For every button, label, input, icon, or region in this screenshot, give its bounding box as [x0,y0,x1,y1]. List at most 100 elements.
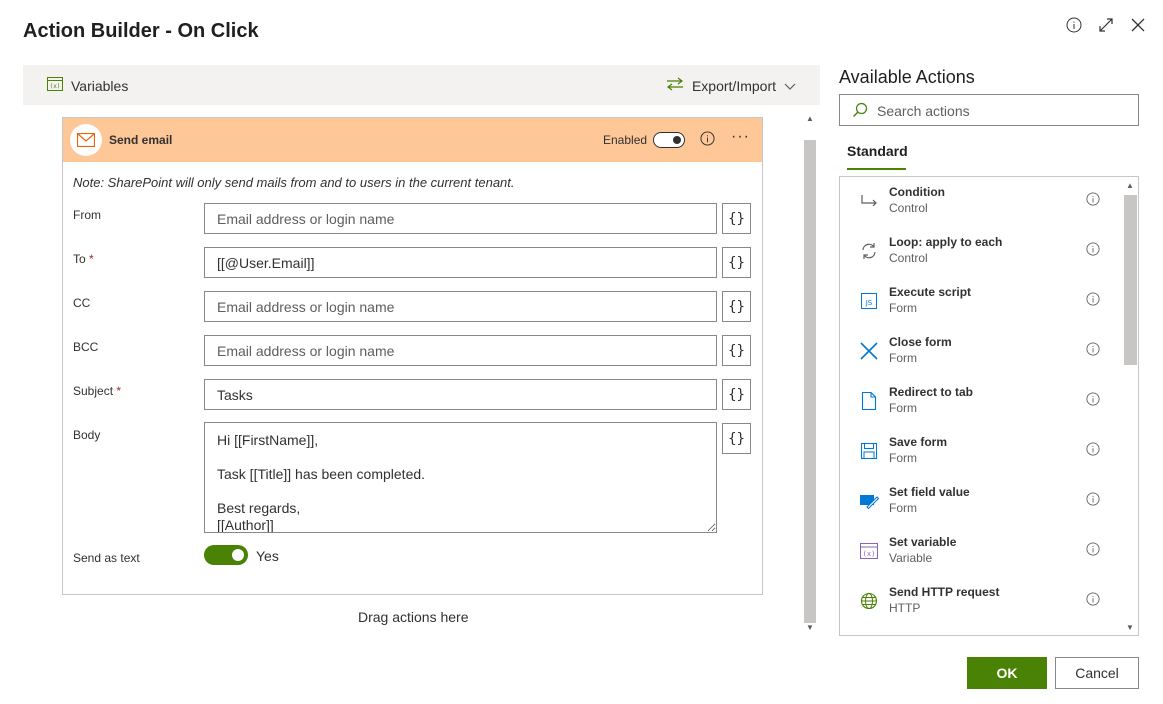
cc-label: CC [73,296,91,310]
info-icon[interactable] [1086,542,1100,561]
action-category: HTTP [889,601,921,615]
action-item-set-variable[interactable]: (x) Set variable Variable [840,527,1122,577]
send-email-action-card: Send email Enabled ··· Note: SharePoint … [62,117,763,595]
variables-label: Variables [71,77,129,94]
action-item-close-form[interactable]: Close form Form [840,327,1122,377]
scroll-up-arrow-icon[interactable]: ▲ [803,112,817,124]
dialog-window-controls [1065,16,1147,34]
action-name: Save form [889,435,948,449]
loop-icon [858,240,880,262]
send-as-text-toggle[interactable] [204,545,248,565]
actions-scrollbar[interactable]: ▲ ▼ [1123,177,1138,635]
action-category: Form [889,451,917,465]
edit-field-icon [858,490,880,512]
body-insert-dynamic-button[interactable]: {} [722,423,751,454]
mail-icon [70,124,102,156]
tab-standard[interactable]: Standard [847,143,908,159]
action-name: Execute script [889,285,972,299]
action-name: Set field value [889,485,970,499]
action-card-header[interactable]: Send email Enabled ··· [63,118,762,162]
scrollbar-thumb[interactable] [804,140,816,623]
action-item-send-http-request[interactable]: Send HTTP request HTTP [840,577,1122,627]
from-insert-dynamic-button[interactable]: {} [722,203,751,234]
cc-input[interactable] [204,291,717,322]
subject-label: Subject * [73,384,121,398]
from-input[interactable] [204,203,717,234]
action-item-set-field-value[interactable]: Set field value Form [840,477,1122,527]
search-actions-input[interactable] [875,100,1130,122]
bcc-insert-dynamic-button[interactable]: {} [722,335,751,366]
scroll-down-arrow-icon[interactable]: ▼ [803,621,817,633]
cc-insert-dynamic-button[interactable]: {} [722,291,751,322]
scrollbar-thumb[interactable] [1124,195,1137,365]
info-icon[interactable] [1086,492,1100,511]
action-item-loop[interactable]: Loop: apply to each Control [840,227,1122,277]
info-icon[interactable] [1086,442,1100,461]
action-item-save-form[interactable]: Save form Form [840,427,1122,477]
info-icon[interactable] [1086,192,1100,211]
info-icon[interactable] [1086,242,1100,261]
expand-icon[interactable] [1097,16,1115,34]
action-item-condition[interactable]: Condition Control [840,177,1122,227]
enabled-toggle[interactable] [653,132,685,148]
info-icon[interactable] [1086,392,1100,411]
close-icon[interactable] [1129,16,1147,34]
to-label: To * [73,252,94,266]
scroll-up-arrow-icon[interactable]: ▲ [1123,179,1137,191]
to-label-text: To [73,252,86,266]
more-options-icon[interactable]: ··· [731,128,750,146]
enabled-label: Enabled [603,133,648,147]
subject-label-text: Subject [73,384,114,398]
action-name: Condition [889,185,945,199]
action-card-title: Send email [109,133,173,147]
save-icon [858,440,880,462]
tenant-note: Note: SharePoint will only send mails fr… [73,175,515,190]
action-name: Close form [889,335,952,349]
action-name: Redirect to tab [889,385,974,399]
action-category: Control [889,251,928,265]
to-input[interactable] [204,247,717,278]
action-category: Control [889,201,928,215]
info-icon[interactable] [1065,16,1083,34]
builder-scrollbar[interactable]: ▲ ▼ [803,110,817,635]
subject-input[interactable] [204,379,717,410]
variable-icon: (x) [858,540,880,562]
required-mark: * [116,384,122,398]
search-icon [852,102,868,123]
action-name: Loop: apply to each [889,235,1003,249]
svg-text:JS: JS [865,299,873,307]
scroll-down-arrow-icon[interactable]: ▼ [1123,621,1137,633]
available-actions-list: Condition Control Loop: apply to each Co… [839,176,1139,636]
action-category: Form [889,301,917,315]
send-as-text-label: Send as text [73,551,140,565]
js-icon: JS [858,290,880,312]
action-category: Variable [889,551,933,565]
body-label: Body [73,428,101,442]
info-icon[interactable] [1086,342,1100,361]
swap-arrows-icon [666,77,684,94]
action-name: Set variable [889,535,957,549]
cancel-button[interactable]: Cancel [1055,657,1139,689]
body-textarea[interactable] [204,422,717,533]
variables-icon: (x) [47,77,63,94]
action-item-execute-script[interactable]: JS Execute script Form [840,277,1122,327]
search-actions-box[interactable] [839,94,1139,126]
action-category: Form [889,401,917,415]
ok-button[interactable]: OK [967,657,1047,689]
available-actions-title: Available Actions [839,67,975,87]
subject-insert-dynamic-button[interactable]: {} [722,379,751,410]
action-item-redirect-to-tab[interactable]: Redirect to tab Form [840,377,1122,427]
export-import-button[interactable]: Export/Import [666,77,796,94]
action-info-icon[interactable] [700,131,715,151]
info-icon[interactable] [1086,592,1100,611]
condition-icon [858,190,880,212]
action-category: Form [889,351,917,365]
info-icon[interactable] [1086,292,1100,311]
dialog-title: Action Builder - On Click [23,20,259,42]
bcc-input[interactable] [204,335,717,366]
to-insert-dynamic-button[interactable]: {} [722,247,751,278]
tab-underline [847,168,906,170]
variables-button[interactable]: (x) Variables [47,77,128,94]
page-icon [858,390,880,412]
svg-text:(x): (x) [50,83,61,90]
